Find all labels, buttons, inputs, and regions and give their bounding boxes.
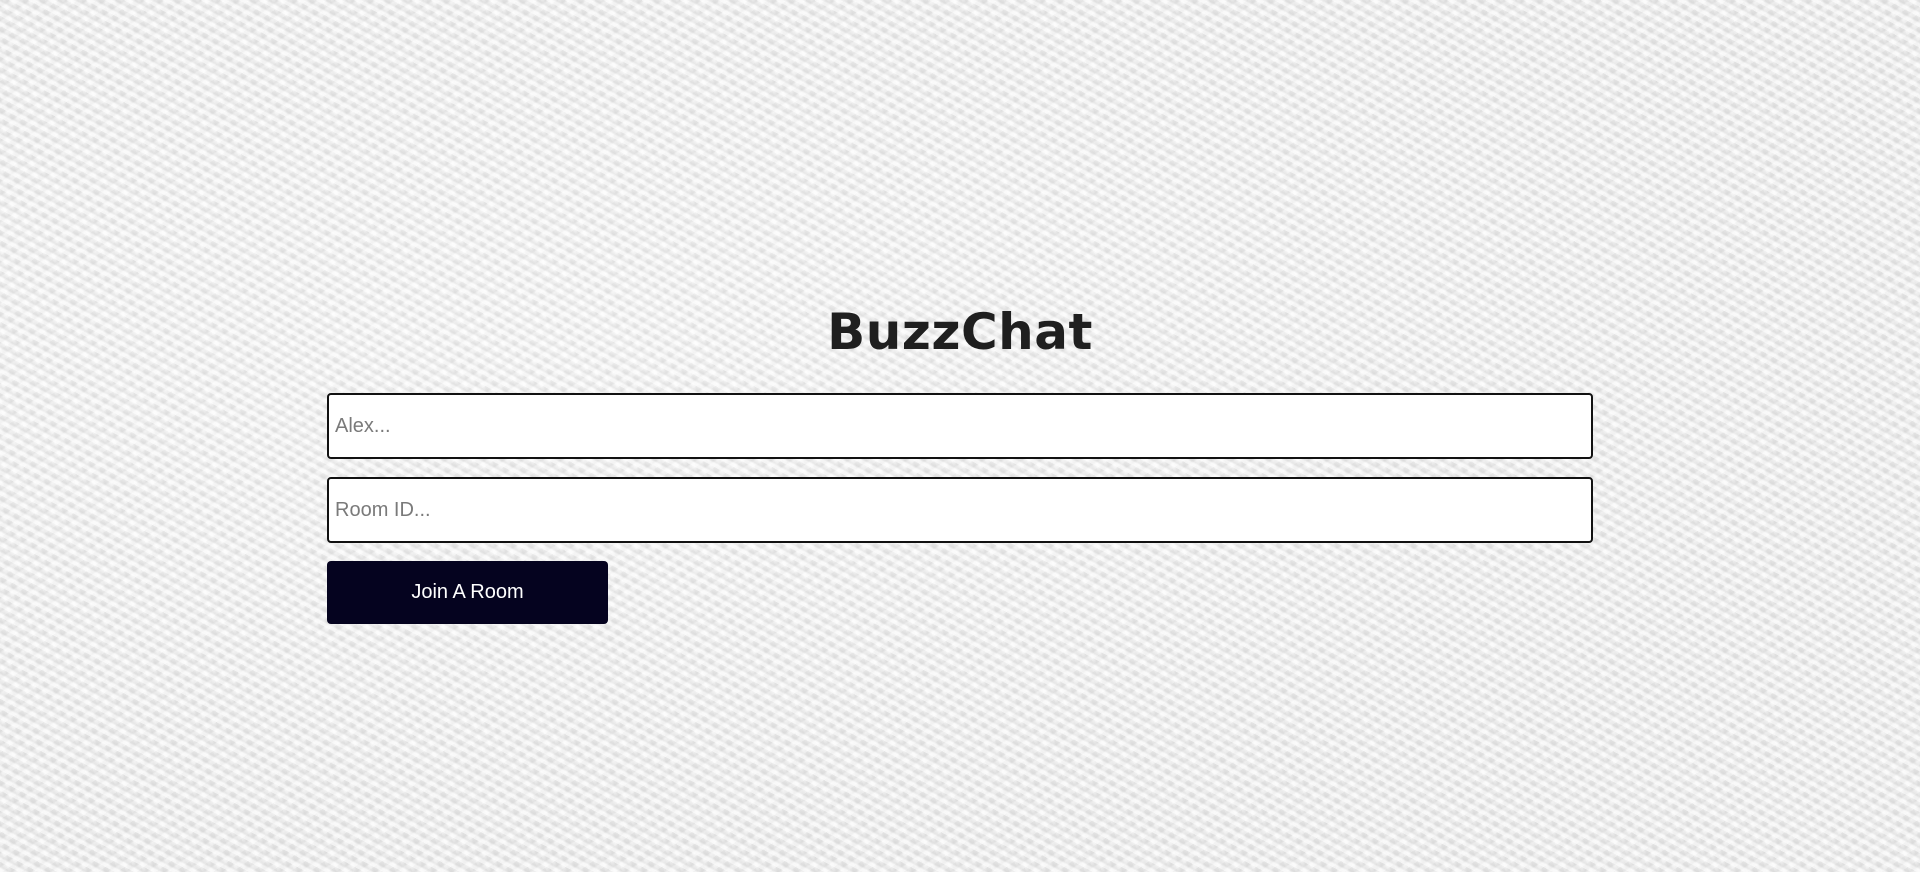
room-id-input[interactable] bbox=[327, 477, 1593, 543]
username-input[interactable] bbox=[327, 393, 1593, 459]
app-title: BuzzChat bbox=[827, 303, 1093, 361]
join-room-button[interactable]: Join A Room bbox=[327, 561, 608, 624]
join-form: BuzzChat Join A Room bbox=[327, 300, 1593, 624]
